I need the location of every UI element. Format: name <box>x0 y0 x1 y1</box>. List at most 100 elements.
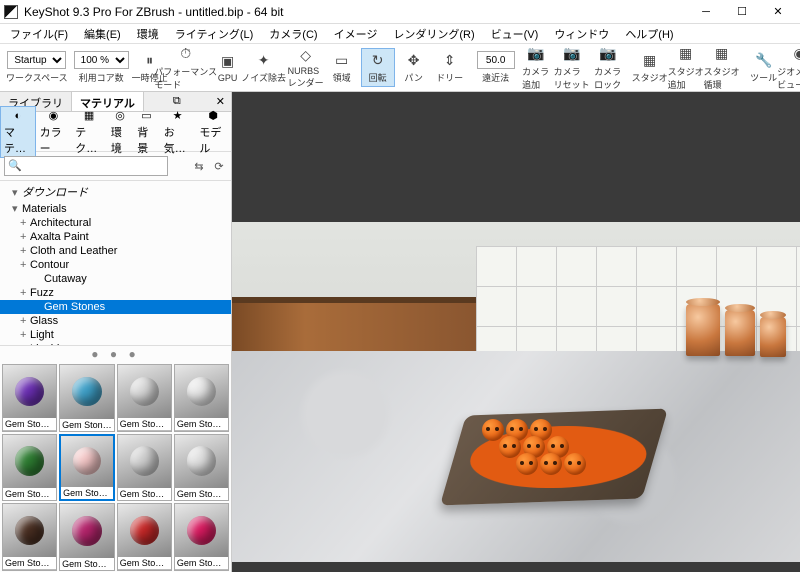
toolbar-button[interactable]: ⇕ドリー <box>433 48 467 87</box>
toolbar-label: ドリー <box>436 71 463 84</box>
category-icon: ◎ <box>112 108 128 124</box>
toolbar-button[interactable]: ✥パン <box>397 48 431 87</box>
toolbar-button[interactable]: ▭領域 <box>325 48 359 87</box>
tree-row[interactable]: ▾Materials <box>0 201 231 216</box>
tree-row[interactable]: Gem Stones <box>0 300 231 314</box>
tree-label: Light <box>30 329 54 341</box>
splitter-handle[interactable]: ● ● ● <box>0 346 231 362</box>
tree-twisty-icon: ▾ <box>12 202 22 215</box>
titlebar: KeyShot 9.3 Pro For ZBrush - untitled.bi… <box>0 0 800 24</box>
thumbnail-label: Gem Sto… <box>175 418 228 430</box>
thumbnail[interactable]: Gem Sto… <box>174 503 229 571</box>
thumbnail-label: Gem Sto… <box>175 557 228 569</box>
thumbnail[interactable]: Gem Sto… <box>117 364 172 432</box>
refresh-icon[interactable]: ⟳ <box>211 158 227 174</box>
tree-row[interactable]: ▾ダウンロード <box>0 183 231 201</box>
thumbnail-label: Gem Sto… <box>61 487 113 499</box>
toolbar-button: ▦ スタジオ循環 <box>705 42 739 94</box>
toolbar-icon: 📷 <box>563 45 581 63</box>
tree-row[interactable]: +Architectural <box>0 216 231 230</box>
thumbnail[interactable]: Gem Sto… <box>174 434 229 502</box>
workspace-select[interactable]: Startup <box>7 51 66 69</box>
tree-row[interactable]: +Light <box>0 328 231 342</box>
thumbnail[interactable]: Gem Sto… <box>2 434 57 502</box>
thumbnail[interactable]: Gem Ston… <box>59 364 115 432</box>
menu-item[interactable]: 編集(E) <box>78 24 127 44</box>
tree-row[interactable]: +Axalta Paint <box>0 230 231 244</box>
menu-item[interactable]: カメラ(C) <box>263 24 323 44</box>
app-icon <box>4 5 18 19</box>
toolbar-icon: ✦ <box>255 51 273 69</box>
thumbnail[interactable]: Gem Sto… <box>117 503 172 571</box>
menu-item[interactable]: ヘルプ(H) <box>619 24 679 44</box>
maximize-button[interactable]: ☐ <box>724 1 760 23</box>
toolbar-label: カメラロック <box>594 65 621 91</box>
tree-row[interactable]: +Cloth and Leather <box>0 244 231 258</box>
tree-row[interactable]: Cutaway <box>0 272 231 286</box>
category-button[interactable]: ▭背景 <box>133 106 159 158</box>
thumbnail[interactable]: Gem Sto… <box>59 434 115 502</box>
render-view[interactable] <box>232 222 800 562</box>
menu-item[interactable]: ライティング(L) <box>169 24 260 44</box>
tree-twisty-icon: + <box>20 315 30 327</box>
tree-label: ダウンロード <box>22 187 88 199</box>
category-button[interactable]: ◎環境 <box>107 106 133 158</box>
tree-twisty-icon: + <box>20 329 30 341</box>
toolbar-button: 📷カメラリセット <box>555 42 589 94</box>
toolbar-icon: 📷 <box>599 45 617 63</box>
category-button[interactable]: ◉カラー <box>36 106 72 158</box>
minimize-button[interactable]: ─ <box>688 1 724 23</box>
toolbar-label: スタジオ循環 <box>704 65 740 91</box>
thumbnail-label: Gem Sto… <box>118 418 171 430</box>
category-label: マテ… <box>4 124 32 156</box>
search-input[interactable] <box>4 156 168 176</box>
category-label: テク… <box>75 124 103 156</box>
toolbar-label: ツール <box>750 71 777 84</box>
menu-item[interactable]: レンダリング(R) <box>387 24 480 44</box>
toolbar-button[interactable]: ▦スタジオ追加 <box>669 42 703 94</box>
toolbar-button[interactable]: ↻回転 <box>361 48 395 87</box>
menu-item[interactable]: 環境 <box>131 24 165 44</box>
thumbnail-preview <box>118 365 171 418</box>
toolbar-button[interactable]: 🔧ツール <box>747 48 781 87</box>
menu-item[interactable]: イメージ <box>328 24 384 44</box>
tree-row[interactable]: +Glass <box>0 314 231 328</box>
toolbar-button[interactable]: 📷カメラ追加 <box>519 42 553 94</box>
category-row: ◐マテ…◉カラー▦テク…◎環境▭背景★お気…⬢モデル <box>0 112 231 152</box>
thumbnail[interactable]: Gem Sto… <box>117 434 172 502</box>
toolbar-icon: ▦ <box>713 45 731 63</box>
tree-row[interactable]: +Fuzz <box>0 286 231 300</box>
viewport[interactable] <box>232 92 800 572</box>
tree-row[interactable]: +Contour <box>0 258 231 272</box>
category-button[interactable]: ◐マテ… <box>0 106 36 158</box>
toolbar-button[interactable]: ⏱パフォーマンスモード <box>169 42 203 94</box>
thumbnail[interactable]: Gem Sto… <box>59 503 115 571</box>
category-icon: ▦ <box>81 108 97 124</box>
category-icon: ◉ <box>45 108 61 124</box>
toolbar-button[interactable]: ✦ノイズ除去 <box>247 48 281 87</box>
toolbar-icon: ▣ <box>219 53 237 71</box>
thumbnail[interactable]: Gem Sto… <box>2 503 57 571</box>
thumbnail[interactable]: Gem Sto… <box>174 364 229 432</box>
close-button[interactable]: ✕ <box>760 1 796 23</box>
menu-item[interactable]: ファイル(F) <box>4 24 74 44</box>
menu-item[interactable]: ウィンドウ <box>548 24 615 44</box>
category-icon: ◐ <box>10 108 26 124</box>
fov-input[interactable] <box>477 51 515 69</box>
tree-label: Cutaway <box>44 273 87 285</box>
category-button[interactable]: ⬢モデル <box>195 106 231 158</box>
toolbar-button: ▣GPU <box>211 50 245 86</box>
toolbar-button[interactable]: ▦スタジオ <box>633 48 667 87</box>
thumbnail-label: Gem Sto… <box>118 488 171 500</box>
category-button[interactable]: ▦テク… <box>71 106 107 158</box>
category-icon: ★ <box>170 108 186 124</box>
category-label: カラー <box>40 124 68 156</box>
thumbnail[interactable]: Gem Sto… <box>2 364 57 432</box>
filter-icon[interactable]: ⇆ <box>191 158 207 174</box>
menu-item[interactable]: ビュー(V) <box>485 24 545 44</box>
thumbnail-label: Gem Sto… <box>60 558 114 570</box>
zoom-select[interactable]: 100 % <box>74 51 129 69</box>
toolbar-button[interactable]: ◉ジオメトリビュー <box>783 42 800 94</box>
tree-label: Glass <box>30 315 58 327</box>
category-button[interactable]: ★お気… <box>160 106 196 158</box>
